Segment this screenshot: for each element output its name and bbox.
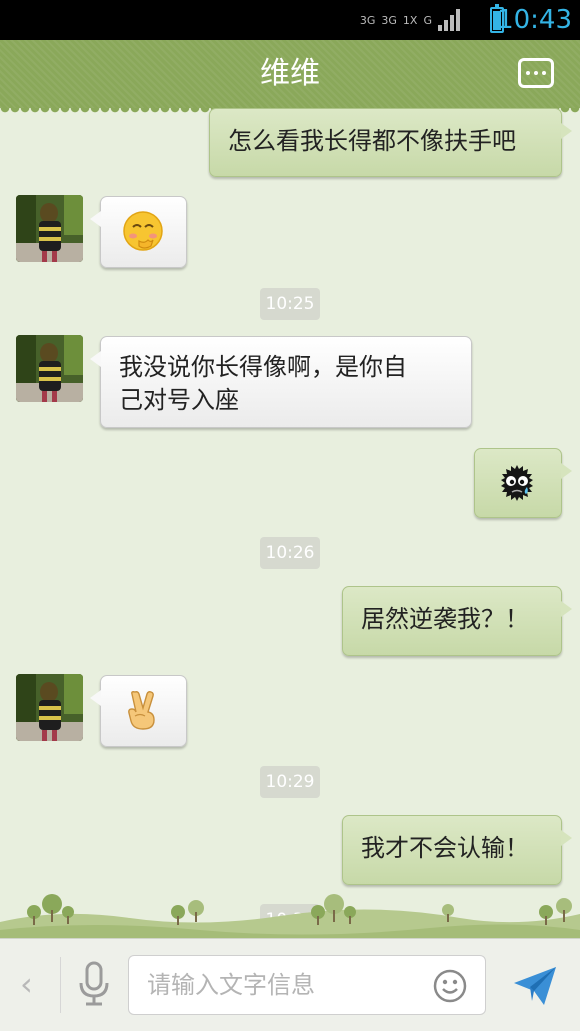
network-type-label: G bbox=[423, 13, 432, 27]
timestamp-divider: 10:25 bbox=[260, 288, 320, 320]
incoming-message-bubble[interactable]: 我没说你长得像啊，是你自 己对号入座 bbox=[90, 336, 472, 428]
status-bar: 3G 3G 1X G 10:43 bbox=[0, 0, 580, 40]
divider bbox=[60, 957, 61, 1013]
outgoing-message-bubble[interactable]: 居然逆袭我？！ bbox=[342, 586, 572, 656]
signal-strength-icon bbox=[438, 9, 460, 31]
crying-soot-ball-emoji-icon bbox=[501, 465, 533, 501]
outgoing-message-bubble[interactable]: 怎么看我长得都不像扶手吧 bbox=[209, 108, 572, 177]
message-input[interactable]: 请输入文字信息 bbox=[128, 955, 486, 1015]
message-list[interactable]: 怎么看我长得都不像扶手吧 10:25 我没说你长得像啊，是你自 己对号入座 10… bbox=[0, 108, 580, 938]
status-clock: 10:43 bbox=[497, 5, 572, 35]
smiley-icon[interactable] bbox=[433, 969, 467, 1003]
network-type-label: 3G bbox=[359, 13, 376, 27]
avatar[interactable] bbox=[16, 674, 83, 741]
message-text-line: 我没说你长得像啊，是你自 bbox=[119, 353, 407, 381]
message-input-placeholder: 请输入文字信息 bbox=[147, 971, 315, 999]
chat-header: 维维 bbox=[0, 40, 580, 114]
chevron-left-icon[interactable]: ‹ bbox=[20, 967, 33, 1001]
avatar[interactable] bbox=[16, 335, 83, 402]
avatar[interactable] bbox=[16, 195, 83, 262]
message-text: 我才不会认输！ bbox=[361, 834, 529, 862]
timestamp-divider: 10:29 bbox=[260, 766, 320, 798]
incoming-message-bubble[interactable] bbox=[90, 196, 187, 268]
send-icon[interactable] bbox=[512, 963, 558, 1009]
message-text: 怎么看我长得都不像扶手吧 bbox=[228, 127, 516, 155]
scenery-decoration bbox=[0, 894, 580, 938]
message-text: 居然逆袭我？！ bbox=[361, 605, 529, 633]
message-text-line: 己对号入座 bbox=[119, 386, 239, 414]
timestamp-divider: 10:26 bbox=[260, 537, 320, 569]
more-menu-icon[interactable] bbox=[518, 58, 554, 88]
message-input-bar: ‹ 请输入文字信息 bbox=[0, 938, 580, 1031]
network-type-label: 3G bbox=[381, 13, 397, 27]
outgoing-message-bubble[interactable] bbox=[474, 448, 572, 518]
chat-contact-name: 维维 bbox=[260, 56, 320, 91]
network-type-label: 1X bbox=[402, 13, 418, 27]
victory-hand-emoji-icon bbox=[128, 691, 155, 730]
outgoing-message-bubble[interactable]: 我才不会认输！ bbox=[342, 815, 572, 885]
microphone-icon[interactable] bbox=[76, 961, 112, 1007]
shy-face-emoji-icon bbox=[123, 211, 163, 251]
incoming-message-bubble[interactable] bbox=[90, 675, 187, 747]
network-indicators: 3G 3G 1X G bbox=[360, 6, 460, 34]
